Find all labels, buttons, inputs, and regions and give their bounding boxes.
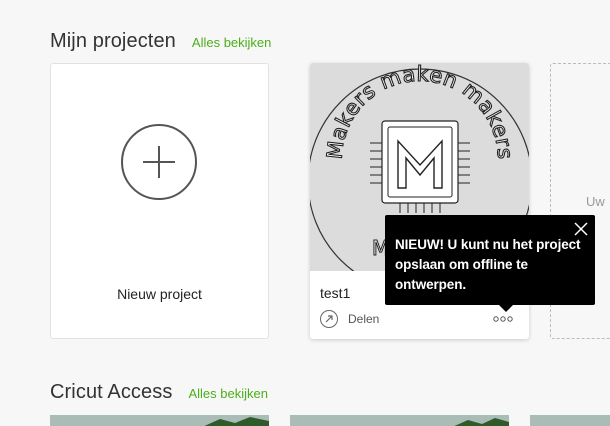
projects-section-header: Mijn projecten Alles bekijken [50, 30, 271, 53]
access-item-thumbnail[interactable] [50, 415, 269, 426]
upload-card-text: Uw [586, 194, 605, 209]
share-button[interactable]: Delen [320, 310, 379, 328]
close-icon[interactable] [572, 220, 590, 238]
tooltip-text: NIEUW! U kunt nu het project opslaan om … [395, 237, 581, 292]
projects-see-all-link[interactable]: Alles bekijken [192, 35, 272, 50]
access-item-thumbnail[interactable] [290, 415, 509, 426]
access-item-thumbnail[interactable] [530, 415, 610, 426]
share-label: Delen [348, 312, 380, 326]
new-project-card[interactable]: Nieuw project [50, 63, 269, 339]
share-arrow-icon [320, 310, 338, 328]
new-project-label: Nieuw project [117, 286, 202, 302]
access-section-header: Cricut Access Alles bekijken [50, 381, 268, 404]
offline-tooltip: NIEUW! U kunt nu het project opslaan om … [385, 215, 595, 312]
access-see-all-link[interactable]: Alles bekijken [188, 386, 268, 401]
projects-section-title: Mijn projecten [50, 30, 176, 52]
access-section-title: Cricut Access [50, 381, 173, 403]
more-dots-icon[interactable] [493, 315, 513, 323]
plus-circle-icon [121, 124, 197, 200]
project-name[interactable]: test1 [320, 285, 350, 301]
